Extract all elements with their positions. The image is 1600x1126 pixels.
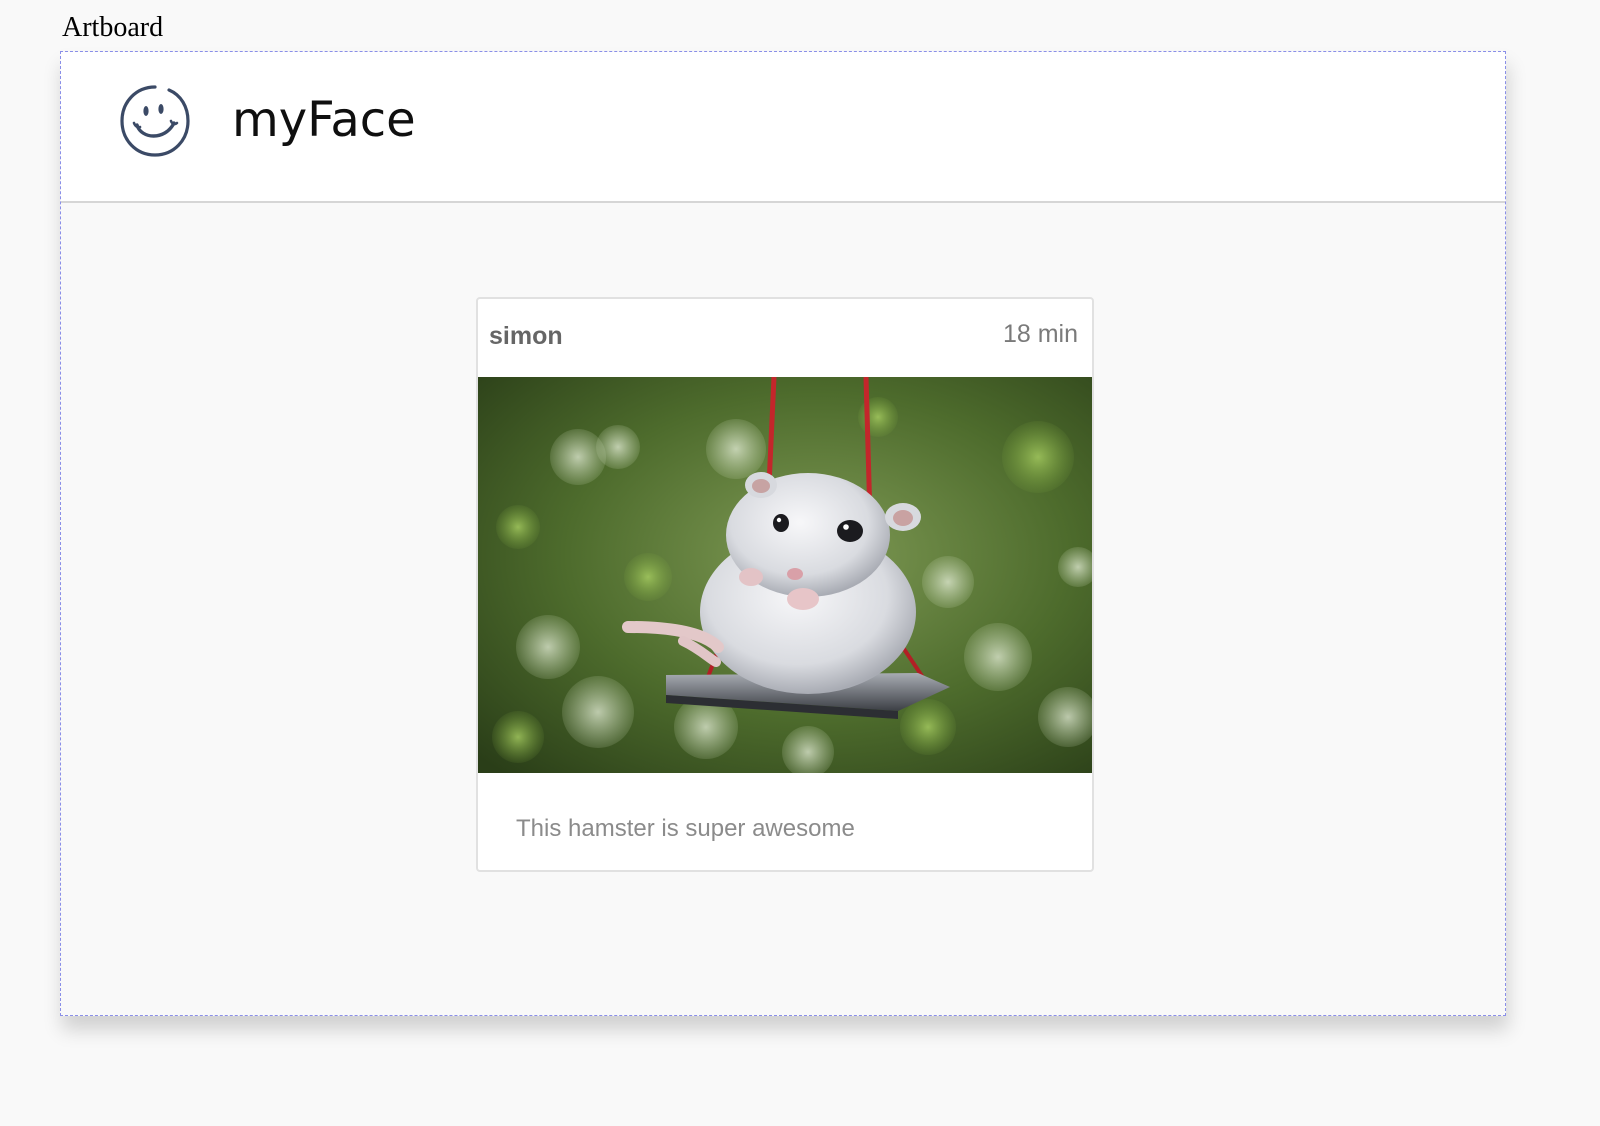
app-title: myFace [232,92,416,148]
post-caption: This hamster is super awesome [516,815,855,842]
artboard: myFace simon 18 min This hamster is supe… [60,51,1506,1016]
post-card: simon 18 min This hamster is super aweso… [476,297,1094,872]
post-image [478,377,1092,773]
post-timestamp: 18 min [1002,320,1078,348]
smiley-face-icon[interactable] [119,83,191,159]
post-author[interactable]: simon [489,321,563,351]
app-header: myFace [61,52,1505,203]
artboard-label: Artboard [62,12,164,43]
